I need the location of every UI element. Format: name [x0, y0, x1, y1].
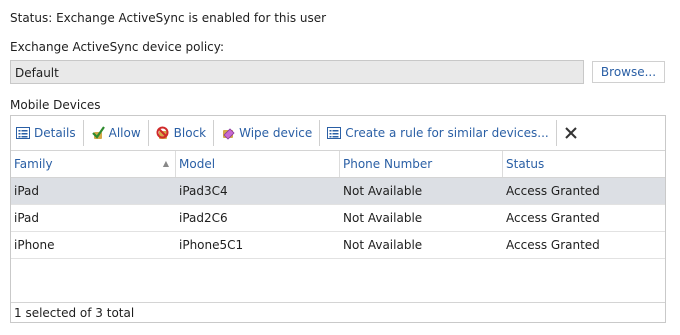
block-button[interactable]: Block	[151, 116, 211, 150]
table-row[interactable]: iPad iPad2C6 Not Available Access Grante…	[11, 205, 665, 232]
mobile-devices-label: Mobile Devices	[10, 98, 101, 112]
toolbar-divider	[555, 120, 557, 146]
cell-model: iPad2C6	[179, 211, 228, 225]
details-label: Details	[34, 126, 76, 140]
mobile-devices-panel: Details Allow Block Wipe device Create a…	[10, 115, 666, 323]
policy-label: Exchange ActiveSync device policy:	[10, 40, 225, 54]
column-model[interactable]: Model	[176, 151, 340, 177]
cell-status: Access Granted	[506, 211, 600, 225]
cell-family: iPhone	[14, 238, 55, 252]
toolbar-divider	[147, 120, 149, 146]
toolbar-divider	[82, 120, 84, 146]
wipe-device-label: Wipe device	[239, 126, 313, 140]
cell-phone: Not Available	[343, 184, 423, 198]
allow-label: Allow	[108, 126, 141, 140]
eraser-icon	[223, 128, 235, 140]
table-row[interactable]: iPad iPad3C4 Not Available Access Grante…	[11, 178, 665, 205]
column-status[interactable]: Status	[503, 151, 665, 177]
device-list: iPad iPad3C4 Not Available Access Grante…	[11, 178, 665, 259]
cell-model: iPad3C4	[179, 184, 228, 198]
policy-field[interactable]: Default	[10, 60, 584, 84]
cell-family: iPad	[14, 184, 40, 198]
create-rule-label: Create a rule for similar devices...	[345, 126, 549, 140]
status-text: Status: Exchange ActiveSync is enabled f…	[10, 11, 327, 25]
wipe-device-button[interactable]: Wipe device	[216, 116, 317, 150]
close-icon	[564, 127, 577, 139]
toolbar-divider	[213, 120, 215, 146]
table-row[interactable]: iPhone iPhone5C1 Not Available Access Gr…	[11, 232, 665, 259]
column-family[interactable]: Family ▲	[11, 151, 176, 177]
grid-header: Family ▲ Model Phone Number Status	[11, 151, 665, 178]
cell-status: Access Granted	[506, 238, 600, 252]
allow-icon	[91, 126, 105, 139]
details-icon	[16, 127, 30, 139]
toolbar-divider	[319, 120, 321, 146]
rule-list-icon	[327, 127, 342, 139]
allow-button[interactable]: Allow	[86, 116, 146, 150]
create-rule-button[interactable]: Create a rule for similar devices...	[322, 116, 553, 150]
cell-family: iPad	[14, 211, 40, 225]
browse-button[interactable]: Browse...	[592, 61, 665, 83]
details-button[interactable]: Details	[11, 116, 81, 150]
column-phone-number[interactable]: Phone Number	[340, 151, 503, 177]
sort-ascending-icon: ▲	[162, 159, 169, 168]
cell-phone: Not Available	[343, 238, 423, 252]
cell-status: Access Granted	[506, 184, 600, 198]
cell-phone: Not Available	[343, 211, 423, 225]
block-label: Block	[173, 126, 207, 140]
cell-model: iPhone5C1	[179, 238, 244, 252]
toolbar: Details Allow Block Wipe device Create a…	[11, 116, 665, 151]
block-icon	[156, 126, 169, 139]
remove-button[interactable]	[559, 116, 587, 150]
selection-count: 1 selected of 3 total	[11, 302, 665, 322]
